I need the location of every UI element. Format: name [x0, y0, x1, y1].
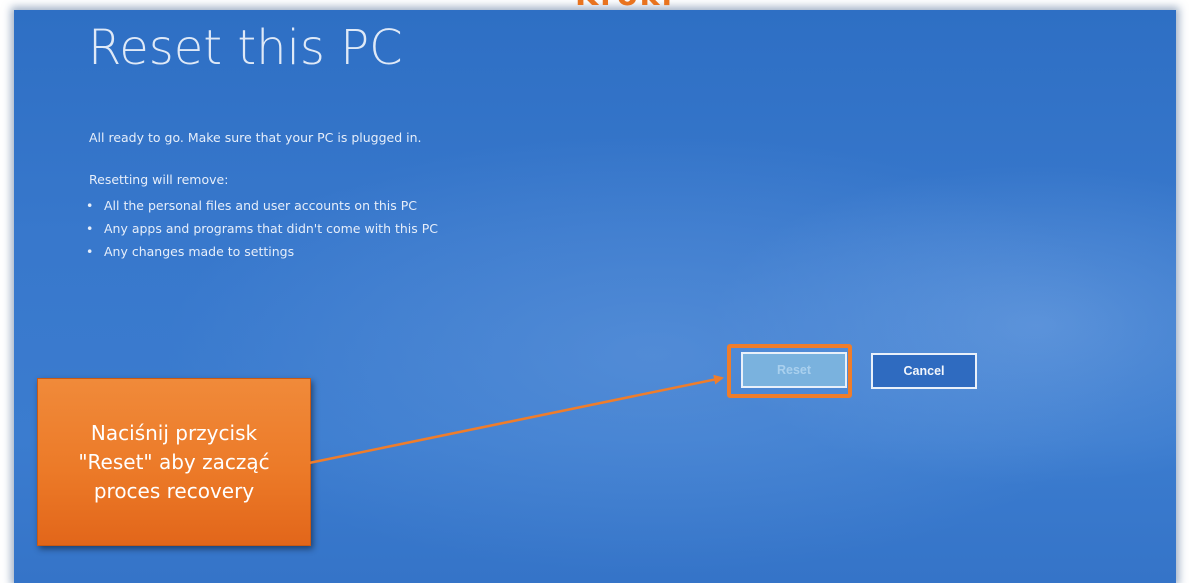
step-heading: Kroki — [575, 0, 674, 13]
callout-text: Naciśnij przycisk "Reset" aby zacząć pro… — [78, 420, 270, 503]
list-item-label: Any apps and programs that didn't come w… — [103, 221, 439, 236]
reset-button-highlight — [727, 344, 852, 398]
bullet-icon: • — [86, 198, 94, 213]
list-item: • Any apps and programs that didn't come… — [86, 221, 438, 244]
bullet-icon: • — [86, 221, 94, 236]
instruction-callout: Naciśnij przycisk "Reset" aby zacząć pro… — [37, 378, 311, 546]
page-title: Reset this PC — [88, 20, 403, 76]
cancel-button[interactable]: Cancel — [871, 353, 977, 389]
removes-heading: Resetting will remove: — [89, 172, 229, 187]
bullet-icon: • — [86, 244, 94, 259]
list-item: • Any changes made to settings — [86, 244, 438, 267]
intro-text: All ready to go. Make sure that your PC … — [89, 130, 422, 145]
list-item: • All the personal files and user accoun… — [86, 198, 438, 221]
removal-list: • All the personal files and user accoun… — [86, 198, 438, 267]
list-item-label: Any changes made to settings — [103, 244, 295, 259]
page: Kroki Reset this PC All ready to go. Mak… — [0, 0, 1189, 583]
list-item-label: All the personal files and user accounts… — [103, 198, 418, 213]
